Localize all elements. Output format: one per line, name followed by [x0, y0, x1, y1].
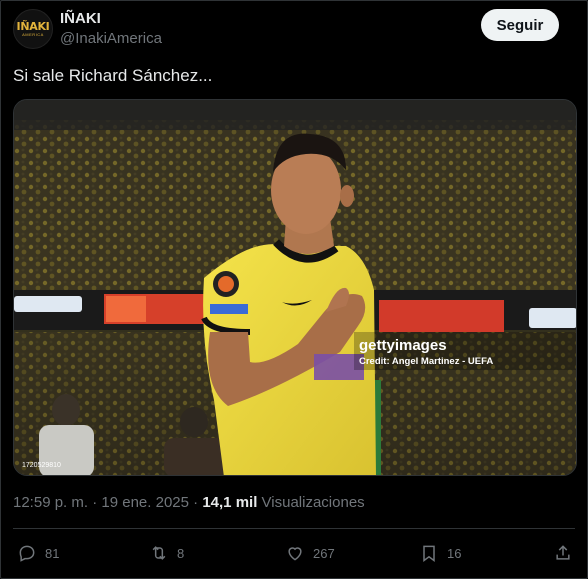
- like-count: 267: [313, 545, 335, 561]
- like-button[interactable]: 267: [285, 541, 335, 565]
- author-names: IÑAKI @InakiAmerica: [60, 10, 162, 49]
- bookmark-icon: [423, 545, 435, 562]
- photo-illustration: gettyimages Credit: Angel Martinez - UEF…: [14, 100, 576, 475]
- tweet-media-photo[interactable]: gettyimages Credit: Angel Martinez - UEF…: [13, 99, 577, 476]
- tweet-card: IÑAKI AMERICA IÑAKI @InakiAmerica Seguir…: [0, 0, 588, 579]
- reply-count: 81: [45, 545, 60, 561]
- like-icon: [288, 547, 302, 561]
- tweet-date[interactable]: 19 ene. 2025: [101, 494, 189, 511]
- repost-count: 8: [177, 545, 185, 561]
- avatar[interactable]: IÑAKI AMERICA: [13, 9, 53, 49]
- display-name[interactable]: IÑAKI: [60, 10, 162, 28]
- repost-button[interactable]: 8: [149, 541, 184, 565]
- share-button[interactable]: [553, 541, 573, 565]
- reply-icon: [19, 545, 35, 562]
- user-handle[interactable]: @InakiAmerica: [60, 29, 162, 49]
- share-icon: [556, 545, 570, 560]
- repost-icon: [152, 546, 166, 560]
- photo-credit: Credit: Angel Martinez - UEFA: [359, 356, 493, 367]
- views-count: 14,1 mil: [202, 494, 258, 511]
- action-bar: 81 8 267 16: [13, 541, 575, 565]
- meta-separator-2: ·: [188, 494, 203, 511]
- getty-watermark: gettyimages: [359, 337, 447, 354]
- views-label: Visualizaciones: [261, 494, 365, 511]
- tweet-text: Si sale Richard Sánchez...: [13, 66, 213, 85]
- meta-separator: ·: [88, 494, 102, 511]
- divider: [13, 528, 575, 529]
- avatar-logo-subtext: AMERICA: [22, 32, 44, 37]
- avatar-logo-text: IÑAKI: [16, 20, 50, 33]
- tweet-meta: 12:59 p. m. · 19 ene. 2025 · 14,1 mil Vi…: [13, 493, 365, 513]
- photo-id: 1720529810: [22, 462, 61, 469]
- tweet-header: IÑAKI AMERICA IÑAKI @InakiAmerica Seguir: [13, 9, 573, 53]
- reply-button[interactable]: 81: [17, 541, 59, 565]
- follow-button[interactable]: Seguir: [481, 9, 559, 41]
- bookmark-button[interactable]: 16: [419, 541, 461, 565]
- bookmark-count: 16: [447, 545, 462, 561]
- tweet-time[interactable]: 12:59 p. m.: [13, 494, 88, 511]
